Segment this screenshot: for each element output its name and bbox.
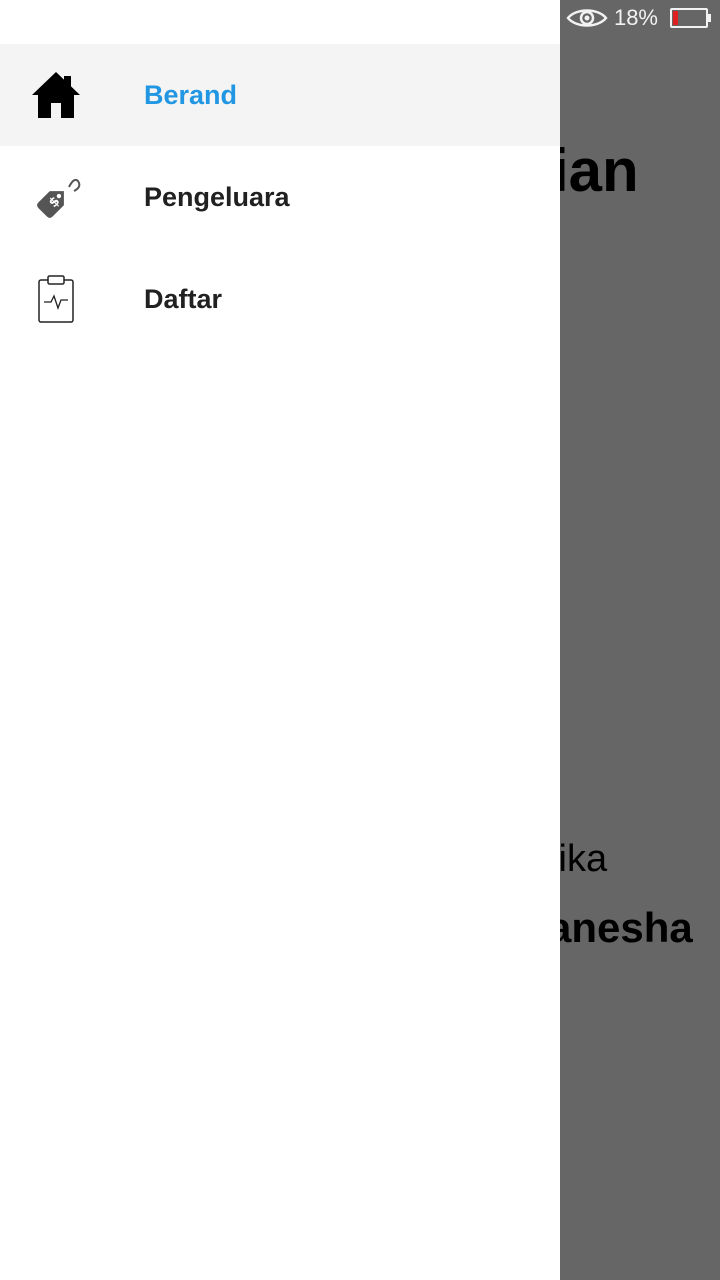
drawer-item-pengeluaran[interactable]: $ Pengeluara [0, 146, 560, 248]
drawer-item-beranda[interactable]: Berand [0, 44, 560, 146]
navigation-drawer: Berand $ Pengeluara Daftar [0, 0, 560, 1280]
drawer-item-label: Pengeluara [144, 181, 290, 212]
home-icon [30, 69, 82, 121]
clipboard-icon [30, 273, 82, 325]
eye-icon [566, 9, 608, 27]
status-bar: 18% [548, 0, 720, 36]
drawer-item-label: Daftar [144, 283, 223, 314]
battery-percent: 18% [613, 5, 658, 30]
battery-level [673, 11, 678, 25]
price-tag-icon: $ [30, 171, 82, 223]
drawer-item-label: Berand [144, 79, 238, 110]
battery-icon [670, 8, 711, 28]
drawer-header-spacer [0, 0, 560, 44]
drawer-scrim[interactable] [560, 0, 720, 1280]
screen: ian tika anesha 18% Berand $ Pengeluara … [0, 0, 720, 1280]
drawer-item-daftar[interactable]: Daftar [0, 248, 560, 350]
